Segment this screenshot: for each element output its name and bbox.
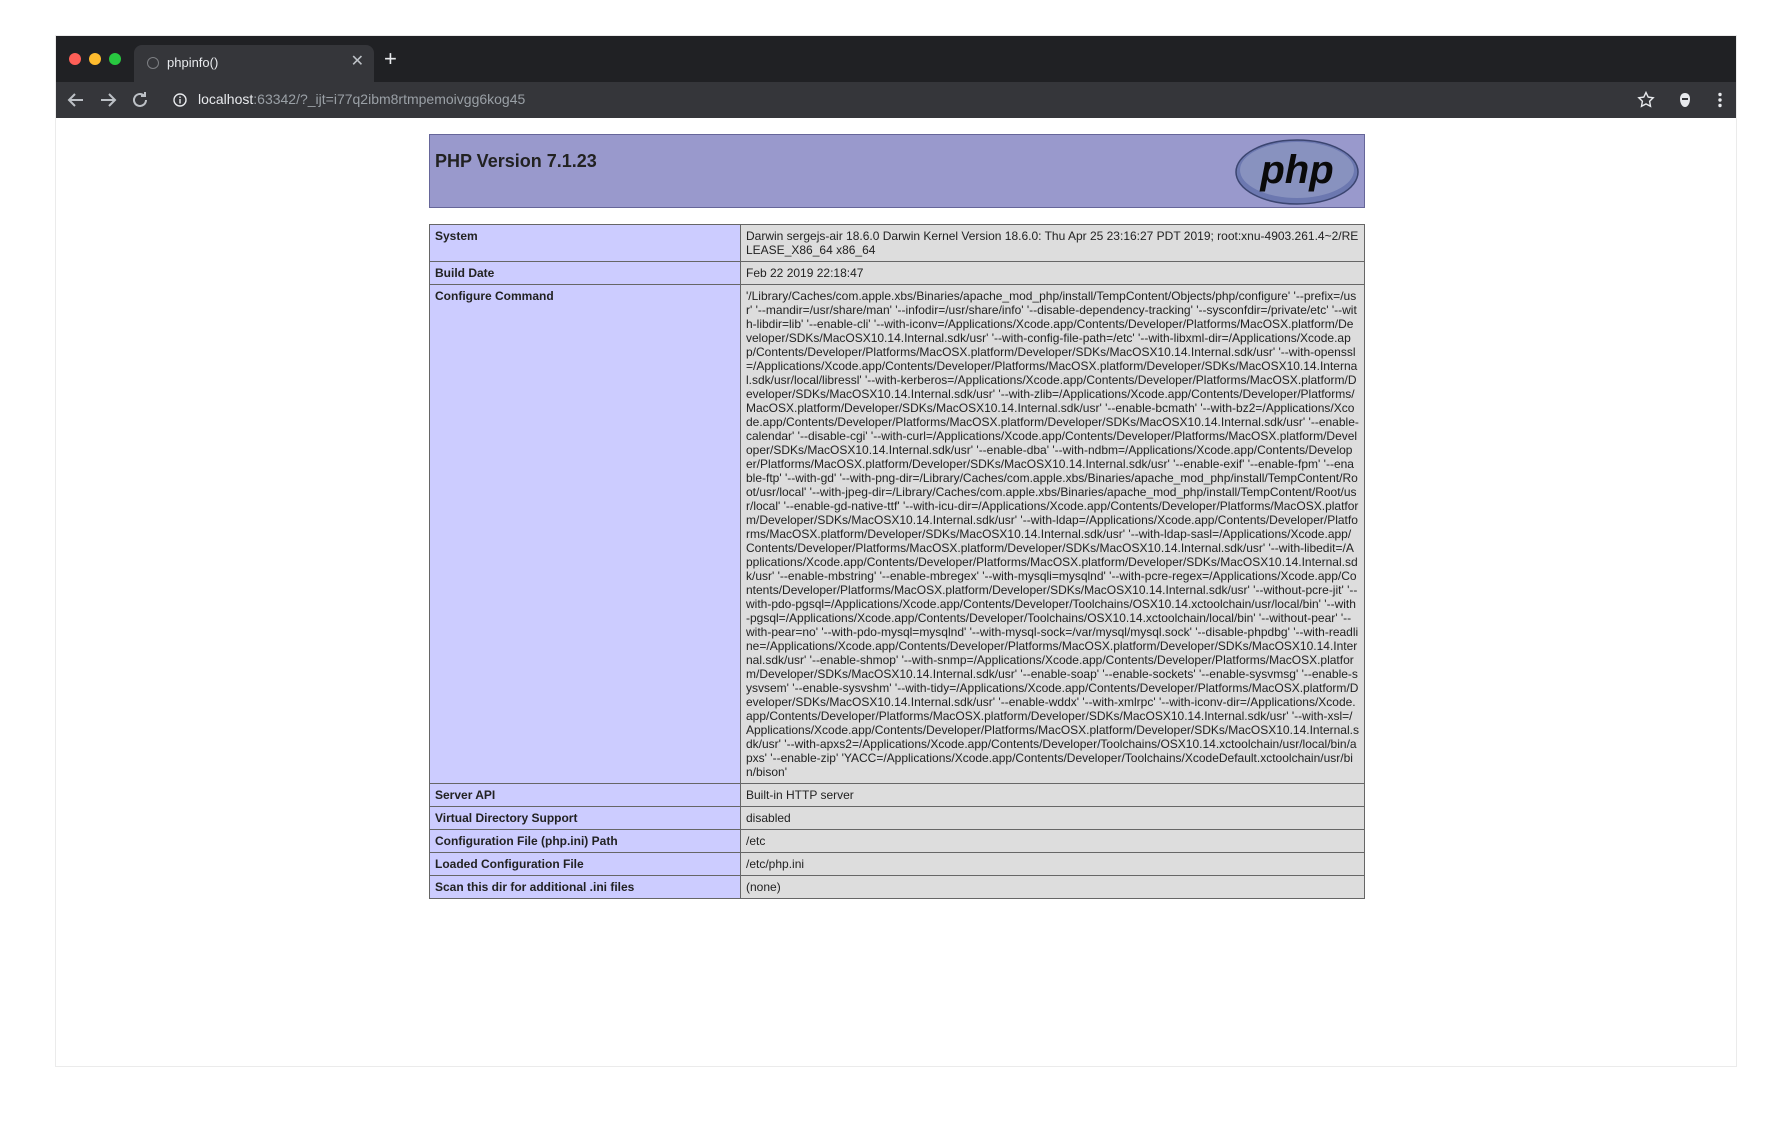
row-value: (none) — [740, 875, 1365, 899]
row-value: /etc/php.ini — [740, 852, 1365, 876]
table-row: Virtual Directory Support disabled — [429, 806, 1365, 830]
tab-title: phpinfo() — [167, 55, 219, 70]
reload-icon[interactable] — [128, 88, 152, 112]
row-value: '/Library/Caches/com.apple.xbs/Binaries/… — [740, 284, 1365, 784]
info-icon[interactable] — [173, 93, 187, 107]
table-row: Build Date Feb 22 2019 22:18:47 — [429, 261, 1365, 285]
back-icon[interactable] — [64, 88, 88, 112]
forward-icon[interactable] — [96, 88, 120, 112]
table-row: Scan this dir for additional .ini files(… — [429, 875, 1365, 899]
star-icon[interactable] — [1636, 90, 1656, 110]
close-tab-icon[interactable]: ✕ — [351, 53, 364, 71]
row-label: Scan this dir for additional .ini files — [429, 875, 741, 899]
row-label: Configuration File (php.ini) Path — [429, 829, 741, 853]
phpinfo-container: PHP Version 7.1.23 php System Darwin serg… — [429, 134, 1365, 899]
row-label: Build Date — [429, 261, 741, 285]
row-label: Virtual Directory Support — [429, 806, 741, 830]
row-label: Loaded Configuration File — [429, 852, 741, 876]
row-value: Built-in HTTP server — [740, 783, 1365, 807]
kebab-menu-icon[interactable] — [1710, 90, 1730, 110]
table-row: Configure Command '/Library/Caches/com.ap… — [429, 284, 1365, 784]
globe-icon — [147, 57, 159, 69]
url-host: localhost — [198, 91, 254, 107]
table-row: System Darwin sergejs-air 18.6.0 Darwin K… — [429, 224, 1365, 262]
row-value: Darwin sergejs-air 18.6.0 Darwin Kernel … — [740, 224, 1365, 262]
page-content: PHP Version 7.1.23 php System Darwin serg… — [56, 118, 1736, 1066]
system-info-table: System Darwin sergejs-air 18.6.0 Darwin K… — [429, 224, 1365, 899]
window-minimize-button[interactable] — [89, 53, 101, 65]
tab-phpinfo[interactable]: phpinfo() ✕ — [134, 45, 374, 82]
php-version-header: PHP Version 7.1.23 php — [429, 134, 1365, 208]
new-tab-button[interactable]: + — [384, 48, 397, 70]
row-value: /etc — [740, 829, 1365, 853]
tab-strip: phpinfo() ✕ + — [56, 36, 1736, 82]
browser-toolbar: localhost:63342/?_ijt=i77q2ibm8rtmpemoiv… — [56, 82, 1736, 118]
address-bar[interactable]: localhost:63342/?_ijt=i77q2ibm8rtmpemoiv… — [198, 91, 525, 107]
browser-window: phpinfo() ✕ + localhost:63342/?_ijt=i77q… — [56, 36, 1736, 1066]
row-label: Configure Command — [429, 284, 741, 784]
row-label: Server API — [429, 783, 741, 807]
php-logo-icon: php — [1235, 139, 1359, 205]
window-maximize-button[interactable] — [109, 53, 121, 65]
table-row: Configuration File (php.ini) Path/etc — [429, 829, 1365, 853]
extension-icon[interactable] — [1675, 90, 1695, 110]
row-label: System — [429, 224, 741, 262]
table-row: Loaded Configuration File/etc/php.ini — [429, 852, 1365, 876]
row-value: Feb 22 2019 22:18:47 — [740, 261, 1365, 285]
url-path: :63342/?_ijt=i77q2ibm8rtmpemoivgg6kog45 — [253, 91, 526, 107]
php-logo-text: php — [1259, 148, 1333, 192]
page-title: PHP Version 7.1.23 — [435, 151, 597, 171]
row-value: disabled — [740, 806, 1365, 830]
table-row: Server API Built-in HTTP server — [429, 783, 1365, 807]
window-close-button[interactable] — [69, 53, 81, 65]
